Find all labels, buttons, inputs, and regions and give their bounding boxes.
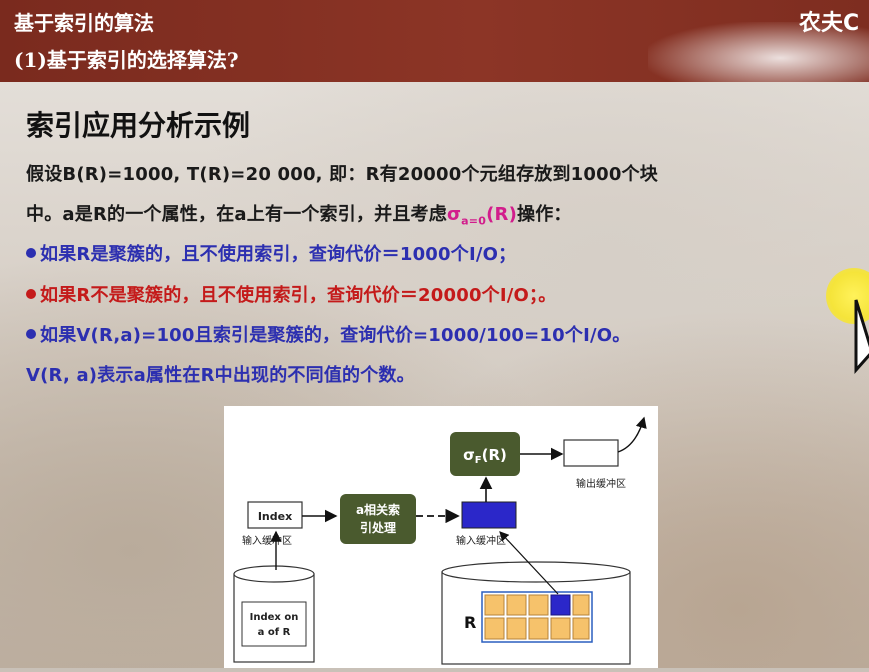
output-buffer — [563, 439, 619, 467]
index-buffer-text: Index — [258, 510, 292, 523]
header-title: 基于索引的算法 — [14, 11, 154, 35]
header-subtitle: (1)基于索引的选择算法? — [14, 48, 239, 72]
bullet-text-2: 如果R不是聚簇的，且不使用索引，查询代价＝20000个I/O；。 — [40, 285, 557, 306]
paragraph-line-2-tail: 操作： — [517, 204, 572, 225]
paragraph-line-1: 假设B(R)=1000, T(R)=20 000, 即：R有20000个元组存放… — [26, 164, 658, 185]
op-sigma-symbol: σ — [463, 446, 475, 464]
index-buffer-label: 输入缓冲区 — [242, 534, 292, 547]
op-sigma-subscript: F — [475, 455, 482, 466]
bullet-dot-icon — [26, 248, 36, 258]
paragraph-line-2: 中。a是R的一个属性，在a上有一个索引，并且考虑σa=0(R)操作： — [26, 200, 572, 228]
paragraph-line-2-text: 中。a是R的一个属性，在a上有一个索引，并且考虑 — [26, 204, 447, 225]
sigma-expression: σa=0(R) — [446, 204, 517, 228]
slide-header: 基于索引的算法 (1)基于索引的选择算法? 农夫C — [0, 0, 869, 82]
arrow-output-out — [617, 416, 647, 453]
bullet-item-1: 如果R是聚簇的，且不使用索引，查询代价＝1000个I/O； — [26, 240, 516, 266]
output-buffer-label: 输出缓冲区 — [576, 477, 626, 490]
mouse-cursor-icon — [854, 299, 869, 374]
selection-operator-box: σF(R) — [450, 432, 520, 476]
diagram-canvas: σF(R) 输出缓冲区 Index 输入缓冲区 a相关索 引处理 输入缓冲区 I… — [233, 416, 647, 665]
relation-label: R — [464, 613, 476, 632]
bullet-dot-icon — [26, 289, 36, 299]
bullet-text-1: 如果R是聚簇的，且不使用索引，查询代价＝1000个I/O； — [40, 244, 517, 265]
sigma-symbol: σ — [446, 204, 462, 225]
bullet-text-3: 如果V(R,a)=100且索引是聚簇的，查询代价=1000/100=10个I/O… — [40, 325, 631, 346]
bullet-dot-icon — [26, 329, 36, 339]
slide-title: 索引应用分析示例 — [26, 109, 251, 142]
index-on-line-2: a of R — [258, 627, 291, 638]
paragraph-line-6: V(R, a)表示a属性在R中出现的不同值的个数。 — [26, 365, 415, 386]
relation-storage-cylinder: R — [441, 561, 631, 665]
svg-text:σF(R): σF(R) — [463, 446, 507, 466]
process-box-line-1: a相关索 — [356, 502, 400, 517]
index-selection-diagram: σF(R) 输出缓冲区 Index 输入缓冲区 a相关索 引处理 输入缓冲区 I… — [224, 406, 658, 668]
input-buffer — [461, 501, 517, 529]
sigma-subscript: a=0 — [461, 214, 487, 228]
bullet-item-3: 如果V(R,a)=100且索引是聚簇的，查询代价=1000/100=10个I/O… — [26, 321, 630, 347]
brand-watermark: 农夫C — [799, 11, 860, 36]
op-sigma-tail: (R) — [482, 446, 507, 464]
input-buffer-label: 输入缓冲区 — [456, 534, 506, 547]
sigma-tail: (R) — [486, 204, 517, 225]
index-storage-cylinder: Index on a of R — [233, 565, 315, 663]
bullet-item-2: 如果R不是聚簇的，且不使用索引，查询代价＝20000个I/O；。 — [26, 281, 556, 307]
index-process-box — [340, 494, 416, 544]
index-on-line-1: Index on — [250, 612, 299, 623]
process-box-line-2: 引处理 — [360, 520, 396, 535]
